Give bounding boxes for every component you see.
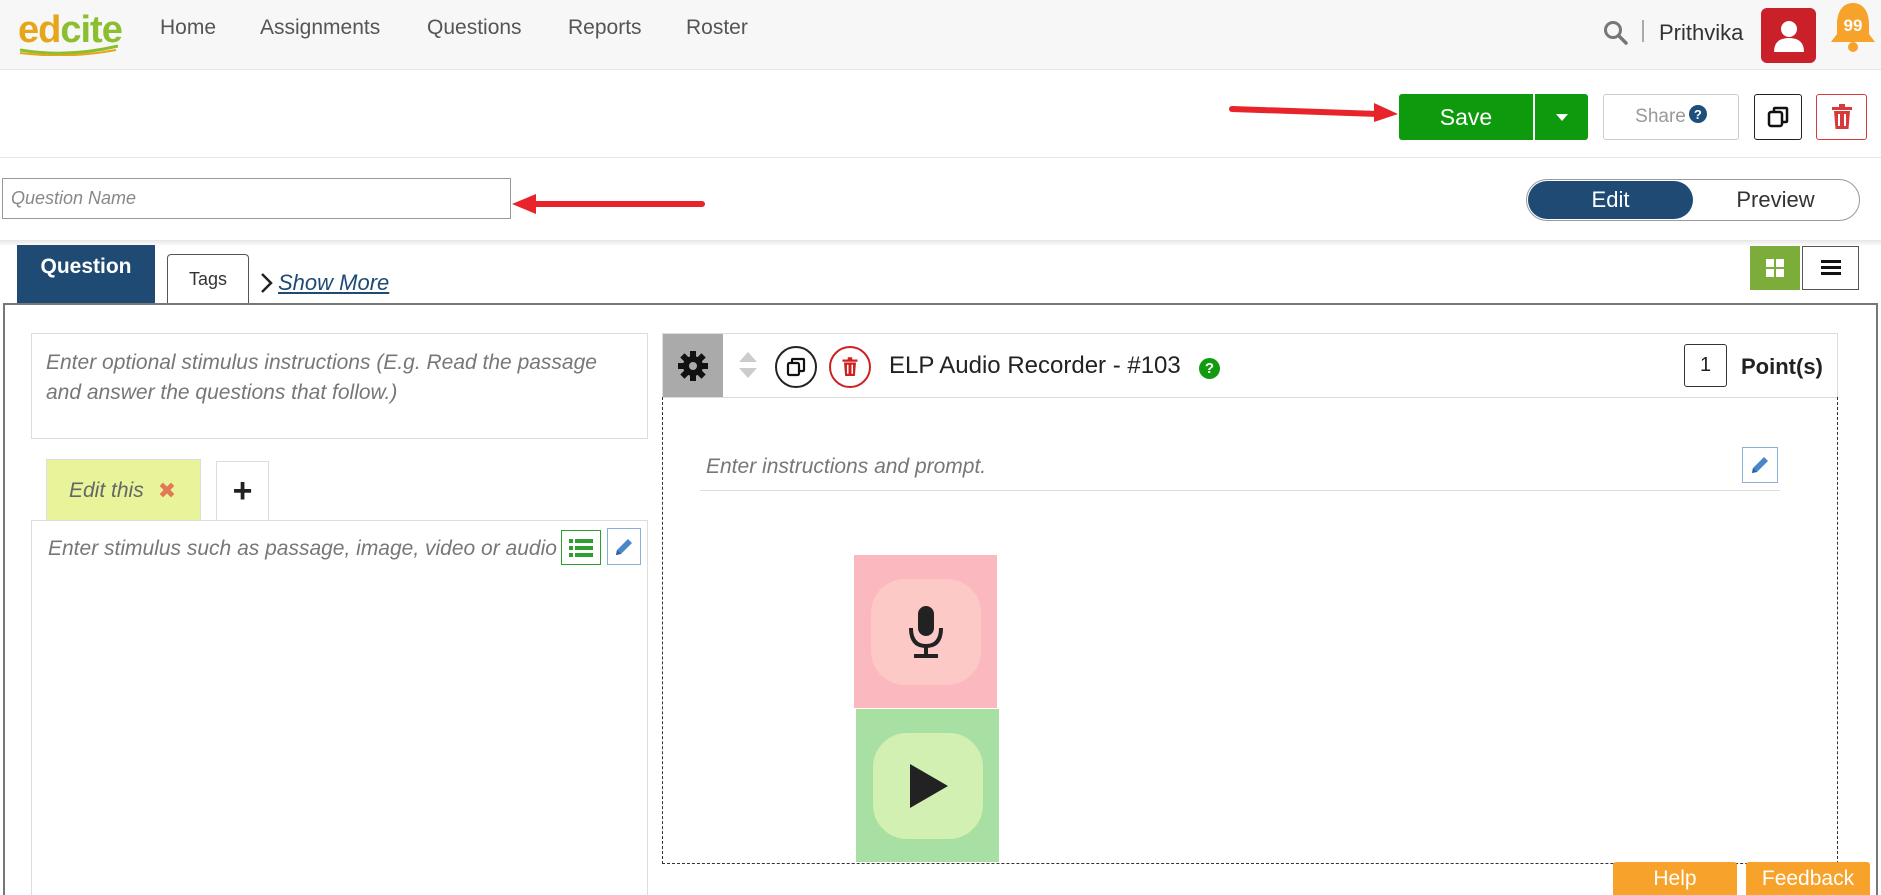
record-audio-button[interactable] bbox=[854, 555, 997, 708]
edit-mode-button[interactable]: Edit bbox=[1528, 181, 1693, 219]
nav-divider bbox=[1642, 20, 1644, 42]
annotation-arrow-save bbox=[1229, 103, 1398, 122]
user-avatar[interactable] bbox=[1761, 8, 1816, 63]
copy-icon bbox=[1767, 106, 1789, 128]
points-label: Point(s) bbox=[1741, 354, 1823, 379]
trash-icon bbox=[1831, 104, 1852, 129]
pencil-icon bbox=[1752, 457, 1768, 473]
show-more-label: Show More bbox=[278, 270, 390, 295]
question-settings-button[interactable] bbox=[663, 334, 723, 397]
share-help-icon[interactable]: ? bbox=[1688, 105, 1707, 123]
user-avatar-icon bbox=[1773, 20, 1804, 52]
play-icon bbox=[909, 763, 948, 808]
save-button[interactable]: Save bbox=[1399, 94, 1533, 140]
add-stimulus-tab-button[interactable]: + bbox=[216, 461, 269, 521]
chevron-right-icon bbox=[261, 273, 273, 293]
tab-tags[interactable]: Tags bbox=[167, 254, 249, 304]
pencil-icon bbox=[616, 538, 632, 555]
prompt-edit-button[interactable] bbox=[1742, 447, 1778, 483]
record-button-face bbox=[870, 578, 981, 685]
search-icon[interactable] bbox=[1603, 20, 1629, 46]
preview-mode-button[interactable]: Preview bbox=[1693, 181, 1858, 219]
share-label: Share bbox=[1635, 106, 1686, 127]
duplicate-question-button[interactable] bbox=[1754, 94, 1802, 140]
play-audio-button[interactable] bbox=[856, 709, 999, 862]
list-view-button[interactable] bbox=[1802, 246, 1859, 290]
save-options-dropdown[interactable] bbox=[1535, 94, 1588, 140]
question-help-icon[interactable]: ? bbox=[1199, 358, 1220, 379]
show-more-link[interactable]: Show More bbox=[260, 270, 389, 296]
caret-down-icon bbox=[1555, 114, 1568, 121]
grid-view-button[interactable] bbox=[1750, 246, 1800, 290]
gear-icon bbox=[678, 350, 708, 381]
copy-icon bbox=[786, 357, 806, 377]
close-tab-icon[interactable]: ✖ bbox=[158, 478, 176, 504]
user-name[interactable]: Prithvika bbox=[1659, 20, 1743, 46]
microphone-icon bbox=[908, 605, 943, 658]
nav-roster[interactable]: Roster bbox=[686, 16, 748, 40]
delete-question-button[interactable] bbox=[1816, 94, 1867, 140]
prompt-placeholder[interactable]: Enter instructions and prompt. bbox=[706, 455, 986, 479]
stimulus-instructions-field[interactable]: Enter optional stimulus instructions (E.… bbox=[31, 333, 648, 439]
nav-reports[interactable]: Reports bbox=[568, 16, 642, 40]
notification-count-badge: 99 bbox=[1843, 16, 1863, 35]
duplicate-item-button[interactable] bbox=[775, 346, 817, 388]
stimulus-tab-edit-this[interactable]: Edit this ✖ bbox=[46, 459, 201, 521]
list-icon bbox=[1820, 260, 1841, 275]
stimulus-list-button[interactable] bbox=[561, 530, 601, 565]
annotation-arrow-name bbox=[512, 194, 705, 214]
nav-home[interactable]: Home bbox=[160, 16, 216, 40]
tab-question[interactable]: Question bbox=[17, 245, 155, 303]
delete-item-button[interactable] bbox=[829, 346, 871, 388]
logo-swoosh-icon bbox=[19, 44, 119, 56]
question-toolbar bbox=[0, 70, 1881, 158]
grid-icon bbox=[1766, 259, 1784, 277]
points-input[interactable] bbox=[1684, 344, 1727, 387]
question-name-input[interactable] bbox=[2, 178, 511, 219]
stimulus-content-placeholder: Enter stimulus such as passage, image, v… bbox=[48, 537, 595, 560]
stimulus-tab-label: Edit this bbox=[69, 478, 144, 502]
share-button[interactable]: Share ? bbox=[1603, 94, 1739, 140]
play-button-face bbox=[872, 732, 983, 839]
stimulus-edit-button[interactable] bbox=[607, 528, 641, 565]
trash-icon bbox=[842, 357, 858, 376]
reorder-arrows-icon[interactable] bbox=[737, 350, 759, 380]
prompt-underline bbox=[700, 490, 1780, 491]
stimulus-content-area[interactable] bbox=[31, 520, 648, 895]
nav-assignments[interactable]: Assignments bbox=[260, 16, 380, 40]
question-type-title: ELP Audio Recorder - #103 bbox=[889, 352, 1181, 379]
list-icon bbox=[569, 538, 593, 557]
feedback-button[interactable]: Feedback bbox=[1746, 862, 1870, 895]
section-divider bbox=[0, 240, 1881, 246]
help-button[interactable]: Help bbox=[1613, 862, 1737, 895]
nav-questions[interactable]: Questions bbox=[427, 16, 522, 40]
